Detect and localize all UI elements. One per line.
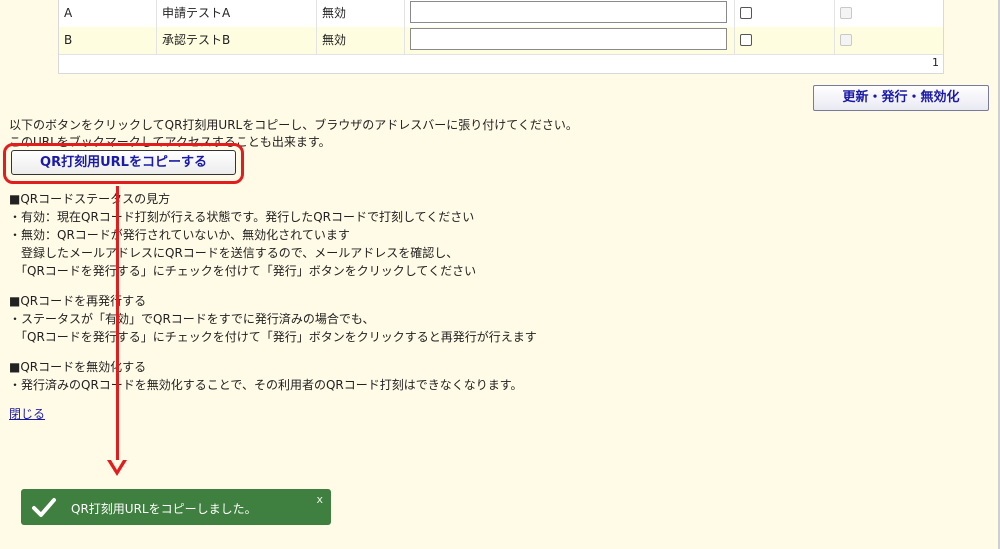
email-cell bbox=[405, 27, 735, 54]
invalidate-guide-line: ・発行済みのQRコードを無効化することで、その利用者のQRコード打刻はできなくな… bbox=[9, 378, 523, 392]
invalidate-cell bbox=[835, 0, 943, 27]
invalidate-checkbox bbox=[840, 34, 852, 46]
issue-cell bbox=[735, 0, 835, 27]
invalidate-checkbox bbox=[840, 7, 852, 19]
annotation-highlight bbox=[3, 143, 244, 184]
status-guide-line: ・有効：現在QRコード打刻が行える状態です。発行したQRコードで打刻してください bbox=[9, 210, 475, 224]
issue-qr-checkbox[interactable] bbox=[740, 34, 752, 46]
qr-user-table: A 申請テストA 無効 B 承認テストB 無効 1 bbox=[58, 0, 944, 74]
row-name: 承認テストB bbox=[157, 27, 317, 54]
status-guide-title: ■QRコードステータスの見方 bbox=[9, 192, 171, 206]
close-link[interactable]: 閉じる bbox=[9, 405, 45, 422]
toast-close-icon[interactable]: x bbox=[316, 493, 323, 506]
table-row: B 承認テストB 無効 bbox=[59, 27, 943, 55]
issue-qr-checkbox[interactable] bbox=[740, 7, 752, 19]
status-guide-line: 「QRコードを発行する」にチェックを付けて「発行」ボタンをクリックしてください bbox=[9, 264, 477, 278]
issue-cell bbox=[735, 27, 835, 54]
reissue-guide-title: ■QRコードを再発行する bbox=[9, 294, 147, 308]
email-cell bbox=[405, 0, 735, 27]
invalidate-cell bbox=[835, 27, 943, 54]
annotation-arrow-line bbox=[116, 186, 119, 466]
row-id: A bbox=[59, 0, 157, 27]
row-id: B bbox=[59, 27, 157, 54]
email-field[interactable] bbox=[410, 28, 727, 50]
checkmark-icon bbox=[32, 498, 56, 517]
invalidate-guide-title: ■QRコードを無効化する bbox=[9, 360, 147, 374]
status-guide-line: ・無効：QRコードが発行されていないか、無効化されています bbox=[9, 228, 350, 242]
email-field[interactable] bbox=[410, 1, 727, 23]
toast-message: QR打刻用URLをコピーしました。 bbox=[71, 502, 257, 516]
reissue-guide-line: ・ステータスが「有効」でQRコードをすでに発行済みの場合でも、 bbox=[9, 312, 375, 326]
reissue-guide-line: 「QRコードを発行する」にチェックを付けて「発行」ボタンをクリックすると再発行が… bbox=[9, 330, 537, 344]
status-guide-line: 登録したメールアドレスにQRコードを送信するので、メールアドレスを確認し、 bbox=[9, 246, 459, 260]
page-number[interactable]: 1 bbox=[932, 56, 939, 69]
row-name: 申請テストA bbox=[157, 0, 317, 27]
update-issue-invalidate-button[interactable]: 更新・発行・無効化 bbox=[813, 85, 989, 111]
instruction-text: 以下のボタンをクリックしてQR打刻用URLをコピーし、ブラウザのアドレスバーに張… bbox=[9, 118, 578, 132]
row-status: 無効 bbox=[317, 0, 405, 27]
annotation-arrow-head-inner bbox=[111, 460, 123, 470]
table-row: A 申請テストA 無効 bbox=[59, 0, 943, 28]
copy-success-toast: QR打刻用URLをコピーしました。 x bbox=[21, 489, 331, 525]
row-status: 無効 bbox=[317, 27, 405, 54]
